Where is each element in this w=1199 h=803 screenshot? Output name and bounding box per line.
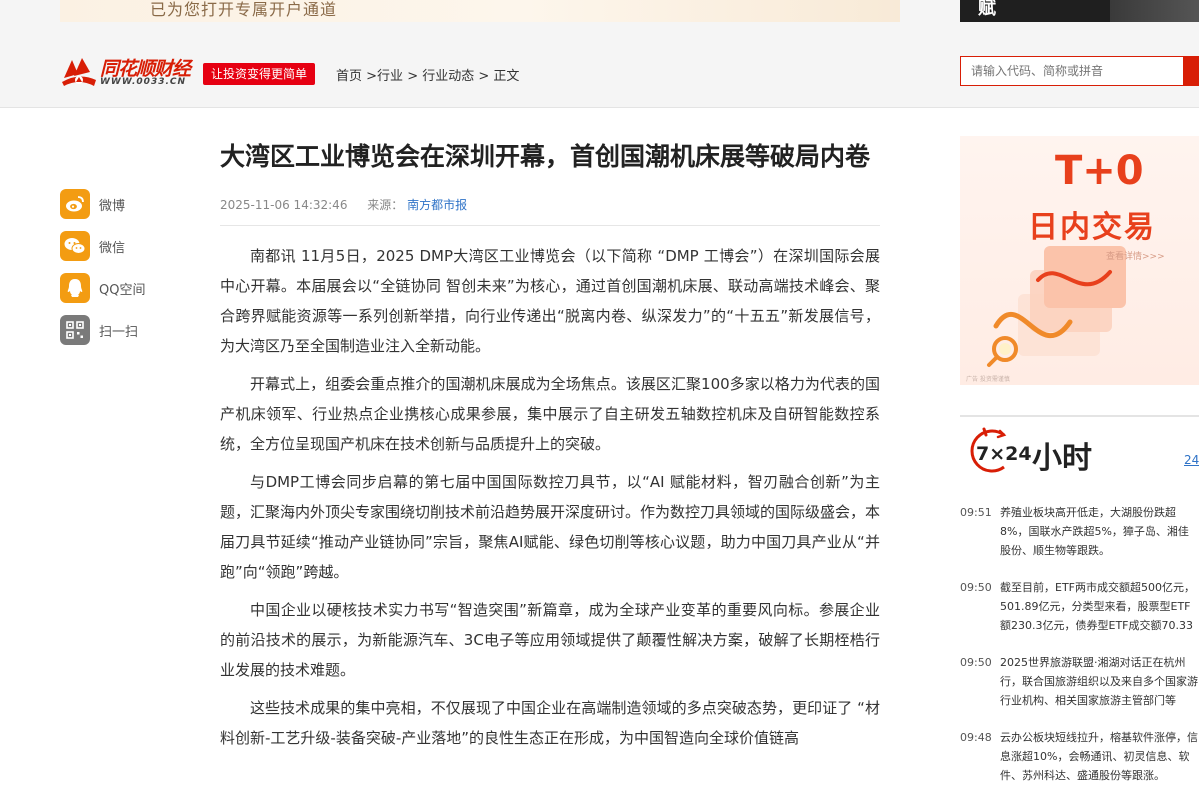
qrcode-icon [60,315,90,345]
news-item[interactable]: 09:50 截至目前，ETF两市成交额超500亿元，501.89亿元，分类型来看… [960,578,1199,635]
breadcrumb-current: 正文 [493,69,520,84]
header-band: 已为您打开专属开户通道 赋 同花顺财经 WWW.0033.CN 让投资变得更简单… [0,0,1199,108]
top-banner-ad[interactable]: 已为您打开专属开户通道 [60,0,900,22]
news-724: 7×24 小时 24 09:51 养殖业板块高开低走，大湖股份跌超8%，国联水产… [960,415,1199,782]
share-wechat[interactable]: 微信 [60,231,145,261]
news-item[interactable]: 09:48 云办公板块短线拉升，榕基软件涨停，信息涨超10%，会畅通讯、初灵信息… [960,728,1199,785]
share-wechat-label: 微信 [99,240,126,256]
news-text: 云办公板块短线拉升，榕基软件涨停，信息涨超10%，会畅通讯、初灵信息、软件、苏州… [1000,731,1198,782]
article-source-link[interactable]: 南方都市报 [407,198,467,212]
share-qzone[interactable]: QQ空间 [60,273,145,303]
article: 大湾区工业博览会在深圳开幕，首创国潮机床展等破局内卷 2025-11-06 14… [220,138,880,753]
share-qzone-label: QQ空间 [99,282,146,298]
article-title: 大湾区工业博览会在深圳开幕，首创国潮机床展等破局内卷 [220,142,871,171]
share-weibo[interactable]: 微博 [60,189,145,219]
news-724-header: 7×24 小时 24 [960,415,1199,477]
article-time: 2025-11-06 14:32:46 [220,198,348,212]
top-right-ad-text: 赋 [978,0,996,19]
share-weibo-label: 微博 [99,198,126,214]
news-time: 09:50 [960,656,992,669]
article-meta: 2025-11-06 14:32:46 来源： 南方都市报 [220,196,880,213]
article-divider [220,225,880,226]
news-time: 09:51 [960,506,992,519]
breadcrumb-industry-news[interactable]: 行业动态 [422,69,474,84]
news-item[interactable]: 09:50 2025世界旅游联盟·湘湖对话正在杭州行，联合国旅游组织以及来自多个… [960,653,1199,710]
article-paragraph: 这些技术成果的集中亮相，不仅展现了中国企业在高端制造领域的多点突破态势，更印证了… [220,699,880,747]
wechat-icon [60,231,90,261]
logo-url: WWW.0033.CN [100,77,187,87]
news-724-more-link[interactable]: 24 [1184,453,1199,467]
news-time: 09:48 [960,731,992,744]
article-paragraph: 开幕式上，组委会重点推介的国潮机床展成为全场焦点。该展区汇聚100多家以格力为代… [220,375,880,453]
article-paragraph: 南都讯 11月5日，2025 DMP大湾区工业博览会（以下简称 “DMP 工博会… [220,247,880,355]
article-paragraph: 中国企业以硬核技术实力书写“智造突围”新篇章，成为全球产业变革的重要风向标。参展… [220,601,880,679]
news-text: 养殖业板块高开低走，大湖股份跌超8%，国联水产跌超5%，獐子岛、湘佳股份、顺生物… [1000,506,1189,557]
search-input[interactable] [961,57,1183,85]
news-724-list: 09:51 养殖业板块高开低走，大湖股份跌超8%，国联水产跌超5%，獐子岛、湘佳… [960,503,1199,803]
news-time: 09:50 [960,581,992,594]
top-banner-text: 已为您打开专属开户通道 [150,0,338,19]
breadcrumb-industry[interactable]: 行业 [377,69,403,84]
side-ad-t0[interactable]: T+0 日内交易 查看详情>>> 广告 投资需谨慎 [960,136,1199,385]
share-bar: 微博 微信 QQ空间 扫一扫 [60,189,145,357]
weibo-icon [60,189,90,219]
news-724-badge: 7×24 [976,443,1032,465]
news-text: 截至目前，ETF两市成交额超500亿元，501.89亿元，分类型来看，股票型ET… [1000,581,1195,632]
slogan-badge[interactable]: 让投资变得更简单 [203,63,316,85]
breadcrumb-home[interactable]: 首页 [336,69,362,84]
news-item[interactable]: 09:51 养殖业板块高开低走，大湖股份跌超8%，国联水产跌超5%，獐子岛、湘佳… [960,503,1199,560]
site-logo[interactable]: 同花顺财经 WWW.0033.CN [60,56,200,90]
ad-headline: T+0 [1055,148,1144,194]
ad-subline: 日内交易 [1028,210,1156,245]
news-text: 2025世界旅游联盟·湘湖对话正在杭州行，联合国旅游组织以及来自多个国家游行业机… [1000,656,1198,707]
news-724-title: 小时 [1032,441,1092,476]
article-body: 南都讯 11月5日，2025 DMP大湾区工业博览会（以下简称 “DMP 工博会… [220,241,880,753]
share-qrcode[interactable]: 扫一扫 [60,315,145,345]
logo-icon [62,58,96,86]
article-source-label: 来源： [367,198,404,212]
search-button[interactable] [1183,56,1199,86]
search-box [960,56,1199,86]
share-qrcode-label: 扫一扫 [99,324,139,340]
qzone-icon [60,273,90,303]
ad-disclaimer: 广告 投资需谨慎 [966,376,1010,383]
ad-more-link[interactable]: 查看详情>>> [1106,249,1165,262]
article-paragraph: 与DMP工博会同步启幕的第七届中国国际数控刀具节，以“AI 赋能材料，智刃融合创… [220,473,881,581]
breadcrumb: 首页 >行业 > 行业动态 > 正文 [336,69,520,84]
top-right-ad[interactable]: 赋 [960,0,1199,22]
